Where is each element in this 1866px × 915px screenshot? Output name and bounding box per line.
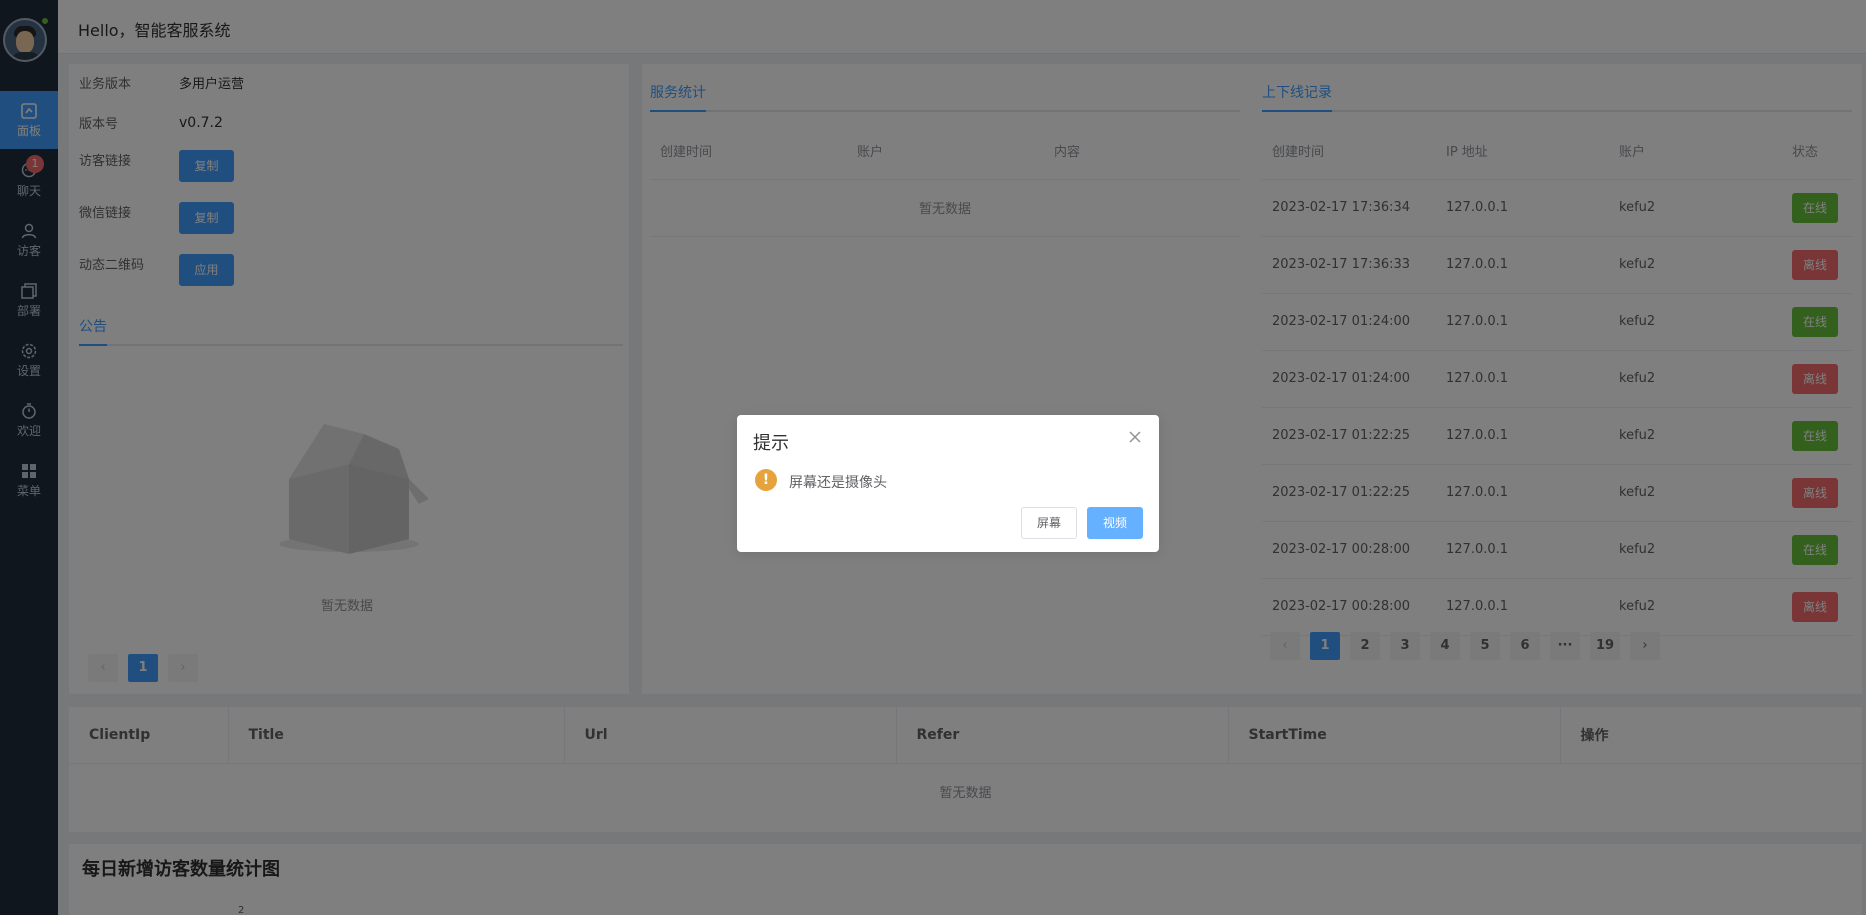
video-button[interactable]: 视频 — [1087, 507, 1143, 539]
dialog-message: 屏幕还是摄像头 — [789, 475, 887, 491]
warning-icon: ! — [755, 469, 777, 491]
dialog-title: 提示 — [753, 433, 789, 454]
screen-button[interactable]: 屏幕 — [1021, 507, 1077, 539]
message-box: 提示 ! 屏幕还是摄像头 屏幕 视频 — [737, 415, 1159, 552]
close-icon[interactable] — [1127, 429, 1143, 445]
